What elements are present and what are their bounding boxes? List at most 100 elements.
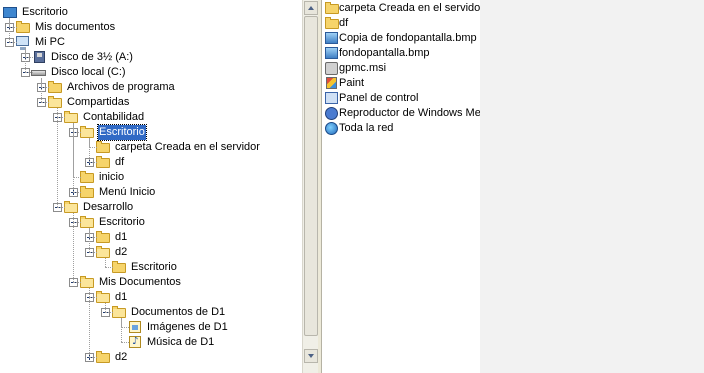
scroll-down-button[interactable] bbox=[304, 349, 318, 363]
file-name: fondopantalla.bmp bbox=[339, 47, 430, 59]
folder-icon bbox=[95, 140, 111, 154]
tree-item[interactable]: df bbox=[0, 155, 300, 170]
tree-connector-line bbox=[41, 87, 49, 88]
tree-item-label: d2 bbox=[115, 246, 128, 258]
folder-open-icon bbox=[79, 125, 95, 139]
chevron-up-icon bbox=[308, 6, 314, 10]
tree-item-label: df bbox=[115, 156, 125, 168]
tree-item[interactable]: inicio bbox=[0, 170, 300, 185]
tree-item[interactable]: Contabilidad bbox=[0, 110, 300, 125]
tree-connector-line bbox=[73, 213, 74, 282]
network-shortcut-icon bbox=[324, 121, 338, 135]
folder-icon bbox=[324, 16, 339, 30]
tree-connector-line bbox=[57, 207, 65, 208]
file-name: Panel de control bbox=[339, 92, 419, 104]
folder-icon bbox=[47, 80, 63, 94]
tree-connector-line bbox=[105, 267, 113, 268]
tree-item-label: Compartidas bbox=[67, 96, 130, 108]
tree-connector-line bbox=[89, 252, 97, 253]
tree-connector-line bbox=[121, 318, 122, 342]
tree-item-label: Documentos de D1 bbox=[131, 306, 226, 318]
tree-item-label: Mis Documentos bbox=[99, 276, 181, 288]
folder-tree-pane[interactable]: Escritorio Mis documentos Mi PC Disco de 3½… bbox=[0, 0, 302, 373]
folder-icon bbox=[79, 185, 95, 199]
tree-item[interactable]: Escritorio bbox=[0, 124, 300, 141]
tree-connector-line bbox=[57, 117, 65, 118]
tree-connector-line bbox=[25, 57, 33, 58]
tree-item[interactable]: d1 bbox=[0, 230, 300, 245]
tree-item[interactable]: Documentos de D1 bbox=[0, 305, 300, 320]
file-name: gpmc.msi bbox=[339, 62, 387, 74]
tree-connector-line bbox=[9, 42, 17, 43]
tree-item-label: Disco de 3½ (A:) bbox=[51, 51, 133, 63]
hard-drive-icon bbox=[31, 65, 47, 79]
tree-connector-line bbox=[41, 78, 42, 102]
tree-item-label: Música de D1 bbox=[147, 336, 215, 348]
tree-connector-line bbox=[9, 18, 10, 42]
folder-open-icon bbox=[79, 215, 95, 229]
tree-item[interactable]: carpeta Creada en el servidor bbox=[0, 140, 300, 155]
file-name: Copia de fondopantalla.bmp bbox=[339, 32, 477, 44]
tree-connector-line bbox=[105, 303, 106, 312]
scroll-thumb[interactable] bbox=[304, 16, 318, 336]
file-name: Paint bbox=[339, 77, 365, 89]
tree-connector-line bbox=[89, 288, 90, 357]
tree-item-label: Contabilidad bbox=[83, 111, 145, 123]
tree-item-label: Escritorio bbox=[22, 6, 68, 18]
tree-connector-line bbox=[105, 312, 113, 313]
tree-connector-line bbox=[73, 123, 74, 192]
explorer-window: Escritorio Mis documentos Mi PC Disco de 3½… bbox=[0, 0, 704, 373]
tree-item-label: Disco local (C:) bbox=[51, 66, 126, 78]
tree-connector-line bbox=[121, 327, 129, 328]
tree-item-label: inicio bbox=[99, 171, 125, 183]
folder-icon bbox=[79, 170, 95, 184]
folder-open-icon bbox=[95, 290, 111, 304]
tree-connector-line bbox=[9, 27, 17, 28]
tree-connector-line bbox=[73, 222, 81, 223]
folder-open-icon bbox=[95, 245, 111, 259]
folder-open-icon bbox=[47, 95, 63, 109]
scroll-up-button[interactable] bbox=[304, 1, 318, 15]
bitmap-file-icon bbox=[324, 31, 338, 45]
tree-item[interactable]: Disco de 3½ (A:) bbox=[0, 50, 300, 65]
tree-item-label: d1 bbox=[115, 291, 128, 303]
file-name: Toda la red bbox=[339, 122, 394, 134]
tree-item[interactable]: Mi PC bbox=[0, 35, 300, 50]
tree-item[interactable]: Desarrollo bbox=[0, 200, 300, 215]
tree-item-label: carpeta Creada en el servidor bbox=[115, 141, 260, 153]
tree-item[interactable]: Mis documentos bbox=[0, 20, 300, 35]
folder-icon bbox=[324, 1, 339, 15]
tree-item[interactable]: Escritorio bbox=[0, 260, 300, 275]
tree-item[interactable]: d2 bbox=[0, 245, 300, 260]
tree-item[interactable]: d1 bbox=[0, 290, 300, 305]
tree-item[interactable]: Música de D1 bbox=[0, 334, 300, 350]
chevron-down-icon bbox=[308, 354, 314, 358]
tree-item-label: Escritorio bbox=[131, 261, 177, 273]
tree-item[interactable]: Disco local (C:) bbox=[0, 65, 300, 80]
installer-shortcut-icon bbox=[324, 61, 338, 75]
tree-item-label: Mis documentos bbox=[35, 21, 116, 33]
folder-icon bbox=[95, 155, 111, 169]
tree-item-label: Escritorio bbox=[99, 216, 145, 228]
tree-item[interactable]: Escritorio bbox=[0, 215, 300, 230]
tree-item[interactable]: Menú Inicio bbox=[0, 185, 300, 200]
tree-connector-line bbox=[89, 237, 97, 238]
tree-connector-line bbox=[121, 342, 129, 343]
tree-connector-line bbox=[41, 102, 49, 103]
desktop-icon bbox=[2, 5, 18, 19]
tree-item-label: d1 bbox=[115, 231, 128, 243]
folder-open-icon bbox=[111, 305, 127, 319]
tree-item[interactable]: Escritorio bbox=[0, 5, 300, 20]
tree-connector-line bbox=[89, 297, 97, 298]
tree-item-label: Menú Inicio bbox=[99, 186, 156, 198]
tree-connector-line bbox=[89, 357, 97, 358]
folder-open-icon bbox=[79, 275, 95, 289]
tree-item[interactable]: Imágenes de D1 bbox=[0, 320, 300, 335]
folder-open-icon bbox=[63, 200, 79, 214]
tree-item[interactable]: Mis Documentos bbox=[0, 275, 300, 290]
folder-open-icon bbox=[63, 110, 79, 124]
tree-connector-line bbox=[89, 162, 97, 163]
tree-vertical-scrollbar[interactable] bbox=[302, 0, 319, 373]
tree-connector-line bbox=[25, 72, 33, 73]
tree-item[interactable]: d2 bbox=[0, 350, 300, 365]
